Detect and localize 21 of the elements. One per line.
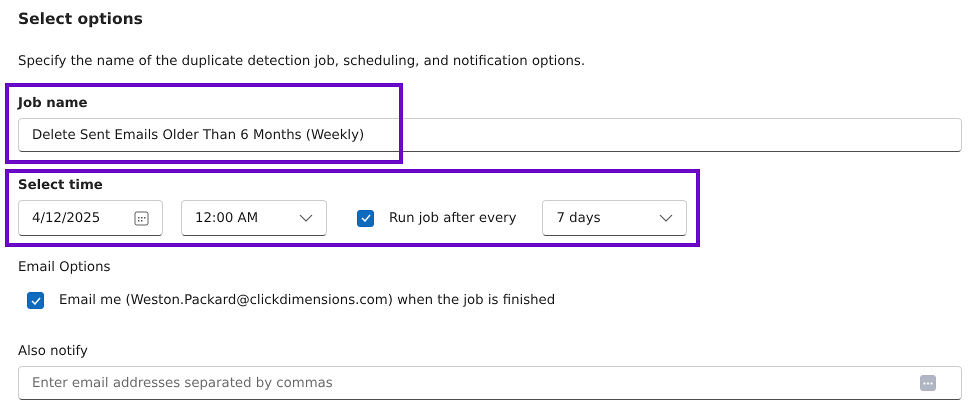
time-dropdown[interactable]: 12:00 AM [181,200,327,236]
chevron-down-icon [299,214,313,222]
section-title: Select options [18,10,144,28]
checkbox-label: Run job after every [389,210,516,226]
checkbox-label: Email me (Weston.Packard@clickdimensions.com) when the job is finished [59,293,556,308]
email-field[interactable]: Enter email addresses separated by commas [18,366,962,400]
field-label: Email Options [18,260,110,275]
section-description: Specify the name of the duplicate detection job, scheduling, and notification options. [18,54,586,69]
job-name-field[interactable]: Delete Sent Emails Older Than 6 Months (Weekly) [18,118,962,152]
interval-dropdown[interactable]: 7 days [542,200,688,236]
field-label: Job name [18,96,88,111]
calendar-icon [134,210,149,226]
checkmark-icon [360,214,370,222]
checkbox[interactable] [357,210,374,226]
chevron-down-icon [659,214,674,222]
checkmark-icon [30,296,40,304]
checkbox[interactable] [27,292,44,309]
more-icon [920,375,936,391]
field-label: Select time [18,178,103,193]
field-label: Also notify [18,344,88,359]
date-picker[interactable]: 4/12/2025 [18,200,163,236]
